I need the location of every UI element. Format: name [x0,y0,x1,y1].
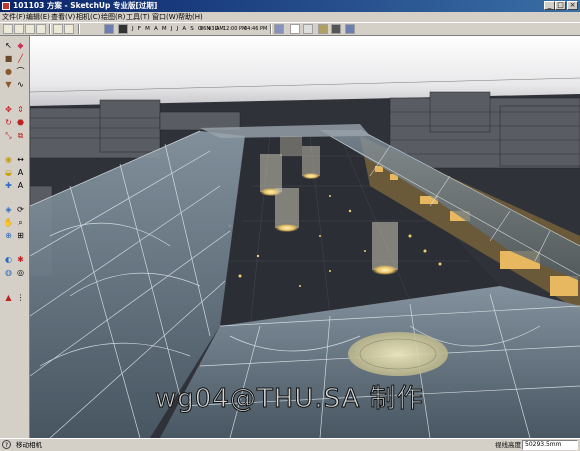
freehand-icon[interactable]: ∿ [15,79,26,90]
section-plane-icon[interactable]: ▲ [3,292,14,303]
wireframe-icon[interactable] [290,24,300,34]
status-message: 移动相机 [16,441,42,449]
dimension-icon[interactable]: ↔ [15,154,26,165]
circle-icon[interactable]: ● [3,66,14,77]
offset-icon[interactable]: ⧉ [15,130,26,141]
xray-icon[interactable] [274,24,284,34]
protractor-icon[interactable]: ◒ [3,167,14,178]
menu-tools[interactable]: 工具(T) [126,12,150,22]
rectangle-icon[interactable]: ■ [3,53,14,64]
menu-window[interactable]: 窗口(W) [152,12,178,22]
time-end: 04:46 PM [244,26,268,32]
view-house-icon[interactable] [64,24,74,34]
drawing-toolbar: ↖ ◆ ■ ╱ ● ⌒ ▼ ∿ ✥ ⇕ ↻ ⬣ ⤡ ⧉ ◉ ↔ ◒ A ✚ A … [0,36,30,438]
measurements-box[interactable]: 50293.5mm [522,440,578,450]
pan-icon[interactable]: ✋ [3,217,14,228]
time-start: 06:43 AM [200,26,224,32]
close-button[interactable]: × [567,1,578,10]
shadow-toggle-icon[interactable] [104,24,114,34]
menu-camera[interactable]: 相机(C) [76,12,100,22]
new-icon[interactable] [14,24,24,34]
vcb-label: 视线高度 [495,441,521,449]
textured-icon[interactable] [331,24,341,34]
select-icon[interactable]: ↖ [3,40,14,51]
maximize-button[interactable]: □ [555,1,566,10]
window-title: 101103 方案 - SketchUp 专业版[过期] [13,1,158,10]
menu-bar: 文件(F) 编辑(E) 查看(V) 相机(C) 绘图(R) 工具(T) 窗口(W… [0,12,580,22]
look-around-icon[interactable]: ◎ [15,267,26,278]
hidden-line-icon[interactable] [303,24,313,34]
time-noon: 12:00 PM [223,26,247,32]
save-icon[interactable] [36,24,46,34]
open-icon[interactable] [25,24,35,34]
paint-bucket-icon[interactable]: ◈ [3,204,14,215]
home-icon[interactable] [53,24,63,34]
app-icon [2,2,10,10]
text-icon[interactable]: A [15,167,26,178]
status-bar: ? 移动相机 视线高度 50293.5mm [0,438,580,451]
viewport-3d[interactable]: wg04@THU.SA 制作 [30,36,580,438]
line-icon[interactable]: ╱ [15,53,26,64]
move-icon[interactable]: ✥ [3,104,14,115]
polygon-icon[interactable]: ▼ [3,79,14,90]
menu-view[interactable]: 查看(V) [51,12,75,22]
follow-me-icon[interactable]: ⬣ [15,117,26,128]
select-icon[interactable] [3,24,13,34]
zoom-icon[interactable]: ⌕ [15,217,26,228]
shadow-settings-icon[interactable] [118,24,128,34]
menu-draw[interactable]: 绘图(R) [101,12,125,22]
previous-view-icon[interactable]: ◐ [3,254,14,265]
arc-icon[interactable]: ⌒ [15,66,26,77]
main-toolbar: J F M A M J J A S O N D 06:43 AM 12:00 P… [0,22,580,36]
walk-icon[interactable]: ◍ [3,267,14,278]
menu-file[interactable]: 文件(F) [2,12,26,22]
minimize-button[interactable]: _ [544,1,555,10]
help-icon[interactable]: ? [2,440,11,449]
zoom-extents-icon[interactable]: ⊞ [15,230,26,241]
push-pull-icon[interactable]: ⇕ [15,104,26,115]
position-camera-icon[interactable]: ✱ [15,254,26,265]
menu-help[interactable]: 帮助(H) [178,12,203,22]
footprint-icon[interactable]: ⋮ [15,292,26,303]
orbit-icon[interactable]: ⟳ [15,204,26,215]
monochrome-icon[interactable] [345,24,355,34]
3d-text-icon[interactable]: A [15,180,26,191]
watermark: wg04@THU.SA 制作 [155,384,424,415]
eraser-icon[interactable]: ◆ [15,40,26,51]
rotate-icon[interactable]: ↻ [3,117,14,128]
axes-icon[interactable]: ✚ [3,180,14,191]
scale-icon[interactable]: ⤡ [3,130,14,141]
zoom-window-icon[interactable]: ⊕ [3,230,14,241]
shaded-icon[interactable] [318,24,328,34]
menu-edit[interactable]: 编辑(E) [26,12,50,22]
tape-measure-icon[interactable]: ◉ [3,154,14,165]
title-bar: 101103 方案 - SketchUp 专业版[过期] _ □ × [0,0,580,12]
